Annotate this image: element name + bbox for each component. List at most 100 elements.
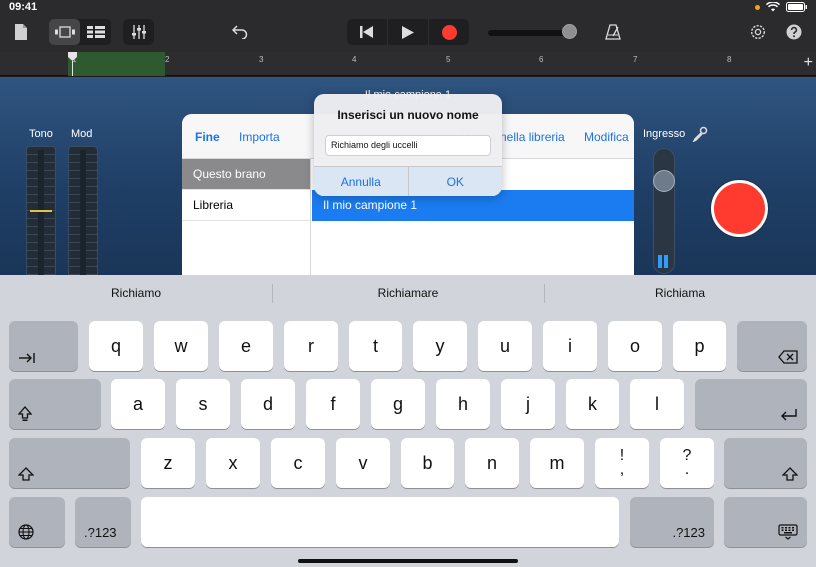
tone-label: Tono [29, 128, 53, 140]
playhead-icon[interactable] [68, 52, 77, 76]
settings-button[interactable] [748, 22, 768, 42]
key-e[interactable]: e [219, 321, 273, 371]
key-s[interactable]: s [176, 379, 230, 429]
delete-key[interactable] [737, 321, 807, 371]
suggestion-item[interactable]: Richiamare [272, 275, 544, 312]
key-p[interactable]: p [673, 321, 726, 371]
numbers-right-key[interactable]: .?123 [630, 497, 714, 547]
hide-keyboard-key[interactable] [724, 497, 807, 547]
key-exclamation-comma[interactable]: ! , [595, 438, 649, 488]
suggestion-item[interactable]: Richiama [544, 275, 816, 312]
done-button[interactable]: Fine [195, 130, 220, 144]
key-o[interactable]: o [608, 321, 662, 371]
key-b[interactable]: b [401, 438, 454, 488]
transport-controls [347, 19, 469, 45]
key-n[interactable]: n [465, 438, 519, 488]
tab-key[interactable] [9, 321, 78, 371]
bar-number: 4 [352, 55, 357, 64]
key-x[interactable]: x [206, 438, 260, 488]
predictive-bar: Richiamo Richiamare Richiama [0, 275, 816, 312]
backspace-icon [778, 350, 798, 364]
input-level-knob[interactable] [653, 170, 675, 192]
globe-icon [18, 524, 34, 540]
key-a[interactable]: a [111, 379, 165, 429]
record-button[interactable] [428, 19, 469, 45]
tab-icon [19, 353, 35, 363]
key-j[interactable]: j [501, 379, 555, 429]
track-controls-button[interactable] [123, 19, 154, 45]
view-switcher [49, 19, 111, 45]
play-button[interactable] [387, 19, 428, 45]
key-g[interactable]: g [371, 379, 425, 429]
numbers-left-key[interactable]: .?123 [75, 497, 131, 547]
control-bar: 09:41 [0, 0, 816, 52]
key-h[interactable]: h [436, 379, 490, 429]
caps-lock-key[interactable] [9, 379, 101, 429]
shift-left-key[interactable] [9, 438, 130, 488]
return-icon [781, 409, 797, 421]
key-v[interactable]: v [336, 438, 390, 488]
tone-slider[interactable] [26, 146, 56, 278]
shift-right-key[interactable] [724, 438, 807, 488]
ok-button[interactable]: OK [407, 167, 502, 196]
tracks-view-button[interactable] [80, 19, 111, 45]
tracks-view-icon [86, 26, 105, 38]
globe-key[interactable] [9, 497, 65, 547]
tone-slider-track [38, 150, 44, 276]
edit-button[interactable]: Modifica [584, 130, 629, 144]
play-icon [402, 25, 414, 39]
key-l[interactable]: l [630, 379, 684, 429]
metronome-button[interactable] [603, 22, 623, 42]
record-icon [441, 24, 457, 40]
cancel-button[interactable]: Annulla [314, 167, 408, 196]
key-z[interactable]: z [141, 438, 195, 488]
undo-icon [232, 25, 248, 39]
input-settings-icon[interactable] [692, 126, 708, 142]
metronome-icon [605, 24, 621, 40]
go-to-start-button[interactable] [347, 19, 387, 45]
mod-slider[interactable] [68, 146, 98, 278]
sample-record-button[interactable] [711, 180, 768, 237]
key-i[interactable]: i [543, 321, 597, 371]
key-k[interactable]: k [566, 379, 619, 429]
skip-back-icon [360, 26, 373, 38]
import-button[interactable]: Importa [239, 130, 280, 144]
dialog-buttons: Annulla OK [314, 166, 502, 196]
help-button[interactable] [784, 22, 804, 42]
keyboard-dismiss-icon [778, 524, 798, 540]
suggestion-item[interactable]: Richiamo [0, 275, 272, 312]
sidebar-item-this-song[interactable]: Questo brano [182, 159, 310, 190]
space-bar[interactable] [141, 497, 619, 547]
key-question-period[interactable]: ? . [660, 438, 714, 488]
shift-icon [782, 467, 798, 481]
undo-button[interactable] [230, 22, 250, 42]
key-t[interactable]: t [349, 321, 402, 371]
key-u[interactable]: u [478, 321, 532, 371]
mod-slider-track [80, 150, 86, 276]
library-sidebar: Questo brano Libreria [182, 159, 311, 275]
key-q[interactable]: q [89, 321, 143, 371]
instrument-view-icon [54, 26, 75, 38]
master-volume-knob[interactable] [562, 24, 577, 39]
instrument-view-button[interactable] [49, 19, 80, 45]
status-indicators [755, 2, 808, 12]
timeline-ruler[interactable]: 1 2 3 4 5 6 7 8 [0, 52, 816, 76]
name-input[interactable]: Richiamo degli uccelli [325, 135, 491, 156]
status-time: 09:41 [9, 1, 38, 13]
key-m[interactable]: m [530, 438, 584, 488]
key-f[interactable]: f [306, 379, 360, 429]
key-c[interactable]: c [271, 438, 325, 488]
sidebar-item-library[interactable]: Libreria [182, 190, 310, 221]
bar-number: 7 [633, 55, 638, 64]
key-w[interactable]: w [154, 321, 208, 371]
my-songs-button[interactable] [12, 22, 30, 42]
bar-number: 8 [727, 55, 732, 64]
help-icon [786, 24, 802, 40]
key-d[interactable]: d [241, 379, 295, 429]
key-r[interactable]: r [284, 321, 338, 371]
return-key[interactable] [695, 379, 807, 429]
add-section-button[interactable]: + [804, 54, 813, 72]
key-bottom-glyph: . [684, 461, 690, 478]
home-indicator[interactable] [298, 559, 518, 563]
key-y[interactable]: y [413, 321, 467, 371]
